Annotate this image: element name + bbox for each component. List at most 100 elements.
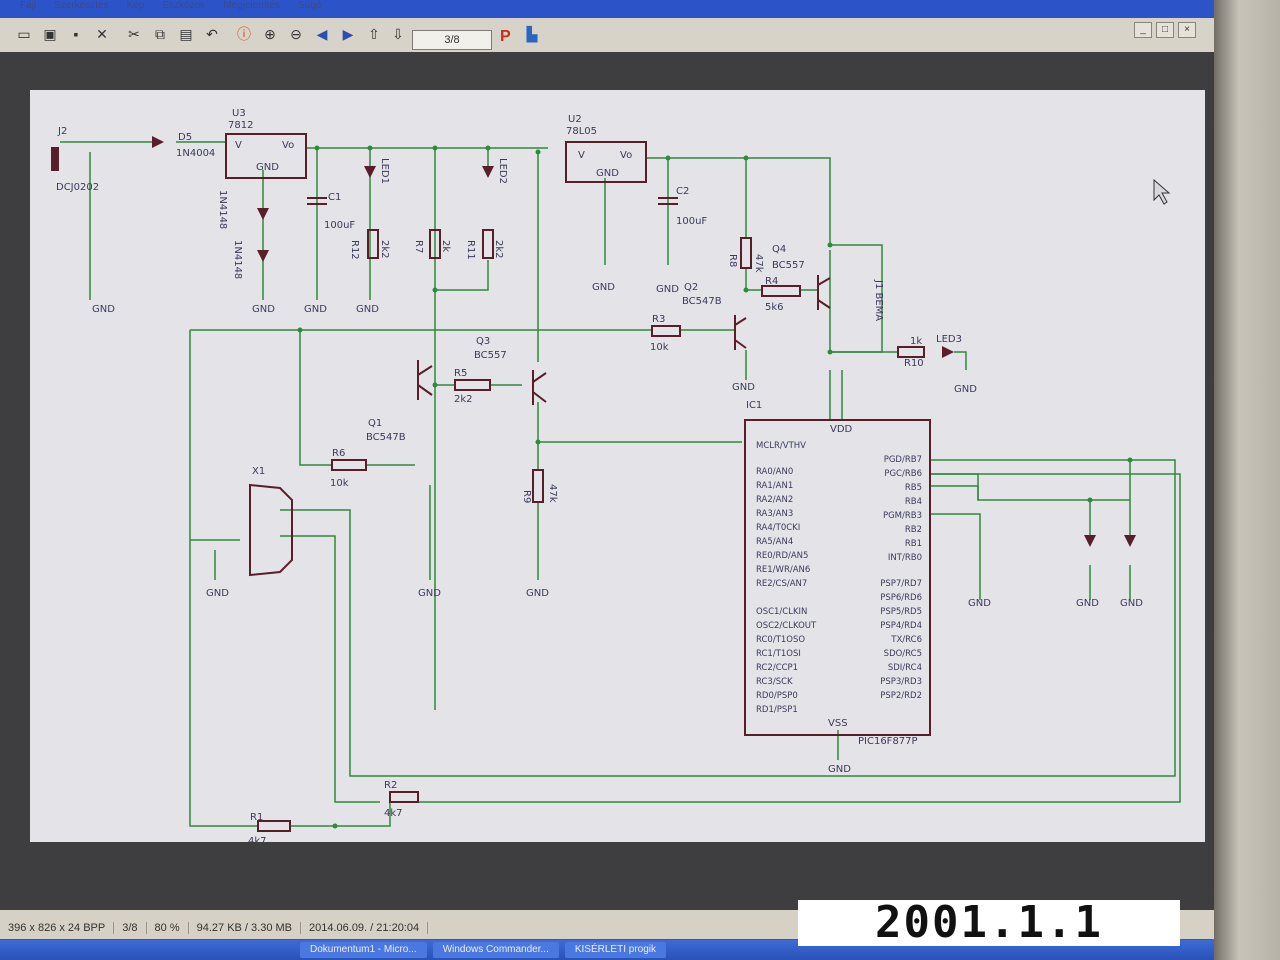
p-icon[interactable]: P [500, 28, 511, 46]
gnd-label: GND [732, 382, 755, 393]
label-q1: Q1 [368, 418, 382, 429]
pic-pin-left: OSC2/CLKOUT [756, 621, 817, 631]
wires [60, 141, 1181, 827]
title-bar: Fájl Szerkesztés Kép Eszközök Megjelenít… [0, 0, 1214, 18]
maximize-button[interactable]: □ [1156, 22, 1174, 38]
status-zoom: 80 % [147, 922, 189, 934]
paste-icon[interactable]: ▤ [176, 24, 196, 44]
forward-icon[interactable]: ▶ [338, 24, 358, 44]
pic-pin-left: RD1/PSP1 [756, 705, 798, 715]
status-dimensions: 396 x 826 x 24 BPP [0, 922, 115, 934]
label-u3-vo: Vo [282, 140, 294, 151]
schematic-drawing: J2 DCJ0202 D5 1N4004 U3 7812 V Vo GND 1N… [51, 108, 1181, 842]
pic-pin-left: RC2/CCP1 [756, 663, 798, 673]
pic-pin-right: PSP6/RD6 [880, 593, 922, 603]
next-page-icon[interactable]: ⇩ [388, 24, 408, 44]
pic-pin-right: PGC/RB6 [884, 469, 922, 479]
pic-left-pins: MCLR/VTHV RA0/AN0 RA1/AN1 RA2/AN2 RA3/AN… [756, 441, 817, 715]
label-r5-val: 2k2 [454, 394, 473, 405]
camera-date-stamp: 2001.1.1 [798, 900, 1180, 946]
label-r2-val: 4k7 [384, 808, 403, 819]
menu-edit[interactable]: Szerkesztés [54, 0, 108, 14]
pic-pin-right: PSP7/RD7 [880, 579, 922, 589]
page-indicator-field[interactable]: 3/8 [412, 30, 492, 50]
pic-pin-right: SDO/RC5 [884, 649, 922, 659]
menu-tools[interactable]: Eszközök [162, 0, 205, 14]
label-u3-val: 7812 [228, 120, 253, 131]
gnd-label: GND [828, 764, 851, 775]
label-r8: R8 [727, 254, 738, 267]
label-q4-val: BC557 [772, 260, 805, 271]
gnd-label: GND [656, 284, 679, 295]
label-r4-val: 5k6 [765, 302, 784, 313]
label-r7: R7 [413, 240, 424, 253]
component-labels: J2 DCJ0202 D5 1N4004 U3 7812 V Vo GND 1N… [56, 108, 962, 842]
pic-pin-left: RA0/AN0 [756, 467, 793, 477]
menu-file[interactable]: Fájl [20, 0, 36, 14]
components [51, 133, 931, 832]
menu-image[interactable]: Kép [127, 0, 145, 14]
taskbar-item-document[interactable]: Dokumentum1 - Micro... [300, 942, 427, 958]
label-u2-gnd: GND [596, 168, 619, 179]
info-icon[interactable]: ⓘ [234, 24, 254, 44]
cut-icon[interactable]: ✂ [124, 24, 144, 44]
label-c2-val: 100uF [676, 216, 707, 227]
label-d4: 1N4148 [217, 190, 228, 229]
label-led2: LED2 [497, 158, 508, 184]
gnd-label: GND [592, 282, 615, 293]
minimize-button[interactable]: _ [1134, 22, 1152, 38]
save-icon[interactable]: ▣ [40, 24, 60, 44]
label-c1-val: 100uF [324, 220, 355, 231]
open-icon[interactable]: ▭ [14, 24, 34, 44]
pic-pin-left: RC1/T1OSI [756, 649, 801, 659]
menu-view[interactable]: Megjelenítés [223, 0, 280, 14]
label-ic-part: PIC16F877P [858, 736, 918, 747]
label-c1: C1 [328, 192, 341, 203]
label-ic1: IC1 [746, 400, 762, 411]
pic-pin-right: RB5 [905, 483, 922, 493]
label-vss: VSS [828, 718, 848, 729]
pic-pin-left: RC3/SCK [756, 677, 793, 687]
pic-pin-left: RE2/CS/AN7 [756, 579, 807, 589]
label-q3: Q3 [476, 336, 490, 347]
taskbar-item-folder[interactable]: KISÉRLETI progik [564, 942, 667, 958]
pic-pin-right: RB4 [905, 497, 922, 507]
label-u3-gnd: GND [256, 162, 279, 173]
undo-icon[interactable]: ↶ [202, 24, 222, 44]
mouse-cursor-icon [1153, 178, 1171, 205]
label-r2: R2 [384, 780, 397, 791]
label-q4: Q4 [772, 244, 786, 255]
taskbar-item-windows-commander[interactable]: Windows Commander... [432, 942, 559, 958]
pic-pin-left: RA5/AN4 [756, 537, 793, 547]
toolbar: ▭ ▣ ▪ ✕ ✂ ⧉ ▤ ↶ ⓘ ⊕ ⊖ ◀ ▶ ⇧ ⇩ 3/8 P ▙ [0, 18, 1214, 53]
label-r10-val: 1k [910, 336, 922, 347]
label-q3-val: BC557 [474, 350, 507, 361]
label-d5-val: 1N4004 [176, 148, 215, 159]
menu-help[interactable]: Súgó [298, 0, 321, 14]
copy-icon[interactable]: ⧉ [150, 24, 170, 44]
zoom-in-icon[interactable]: ⊕ [260, 24, 280, 44]
label-j1: J1 BEMA [873, 279, 884, 321]
label-r8-val: 47k [753, 254, 764, 273]
prev-page-icon[interactable]: ⇧ [364, 24, 384, 44]
scanner-icon[interactable]: ▙ [522, 24, 542, 44]
label-led1: LED1 [379, 158, 390, 184]
save-as-icon[interactable]: ▪ [66, 24, 86, 44]
pic-right-pins: PGD/RB7 PGC/RB6 RB5 RB4 PGM/RB3 RB2 RB1 … [880, 455, 922, 701]
back-icon[interactable]: ◀ [312, 24, 332, 44]
pic-pin-left: RA3/AN3 [756, 509, 793, 519]
close-button[interactable]: × [1178, 22, 1196, 38]
menu-bar: Fájl Szerkesztés Kép Eszközök Megjelenít… [0, 0, 1120, 14]
gnd-label: GND [418, 588, 441, 599]
pic-pin-right: PGM/RB3 [883, 511, 922, 521]
label-r6-val: 10k [330, 478, 349, 489]
label-u2: U2 [568, 114, 582, 125]
close-icon[interactable]: ✕ [92, 24, 112, 44]
label-r3-val: 10k [650, 342, 669, 353]
pic-pin-left: RA4/T0CKI [756, 523, 800, 533]
zoom-out-icon[interactable]: ⊖ [286, 24, 306, 44]
monitor-bezel [1212, 0, 1280, 960]
label-u2-v: V [578, 150, 585, 161]
label-r10: R10 [904, 358, 924, 369]
gnd-label: GND [1076, 598, 1099, 609]
